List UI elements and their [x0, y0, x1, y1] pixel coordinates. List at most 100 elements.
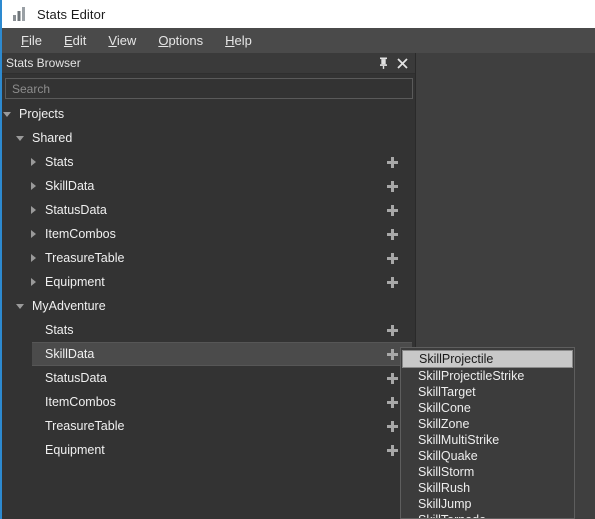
tree-row[interactable]: Stats	[0, 318, 415, 342]
chevron-down-icon[interactable]	[15, 126, 25, 150]
tree-node-label: StatusData	[45, 203, 107, 217]
menu-label-help: elp	[234, 33, 252, 48]
bar-chart-icon	[13, 7, 25, 21]
tree-node-label: Shared	[32, 131, 73, 145]
dropdown-item[interactable]: SkillStorm	[401, 464, 574, 480]
tree-row[interactable]: Shared	[0, 126, 415, 150]
tree-row[interactable]: StatusData	[0, 366, 415, 390]
chevron-right-icon[interactable]	[28, 150, 38, 174]
tree-row[interactable]: SkillData	[0, 174, 415, 198]
tree-node-label: TreasureTable	[45, 251, 125, 265]
tree-node-label: MyAdventure	[32, 299, 106, 313]
twisty-glyph	[16, 303, 24, 309]
tree-node-label: SkillData	[45, 347, 95, 361]
add-entry-button[interactable]	[383, 390, 401, 414]
tree-row-background	[19, 126, 412, 150]
menu-bar: File Edit View Options Help	[0, 28, 595, 53]
menu-label-file: ile	[28, 33, 42, 48]
plus-icon	[386, 396, 398, 408]
skill-type-dropdown[interactable]: SkillProjectile SkillProjectileStrike Skil…	[400, 347, 575, 519]
menu-item-edit[interactable]: Edit	[53, 31, 97, 50]
tree-row-background	[6, 102, 412, 126]
tree-row[interactable]: Equipment	[0, 270, 415, 294]
menu-item-file[interactable]: File	[10, 31, 53, 50]
add-entry-button[interactable]	[383, 318, 401, 342]
close-icon-glyph	[397, 57, 408, 69]
window-title: Stats Editor	[37, 6, 106, 22]
menu-label-edit: dit	[72, 33, 87, 48]
plus-icon	[386, 348, 398, 360]
plus-icon	[386, 372, 398, 384]
tree-row[interactable]: SkillData	[0, 342, 415, 366]
add-entry-button[interactable]	[383, 366, 401, 390]
pin-icon[interactable]	[375, 55, 392, 72]
tree-row[interactable]: Equipment	[0, 438, 415, 462]
tree-row[interactable]: Projects	[0, 102, 415, 126]
plus-icon	[386, 180, 398, 192]
menu-item-view[interactable]: View	[97, 31, 147, 50]
dropdown-item[interactable]: SkillQuake	[401, 448, 574, 464]
twisty-glyph	[30, 278, 36, 286]
menu-mnemonic-options: O	[158, 33, 169, 48]
tree-row[interactable]: Stats	[0, 150, 415, 174]
add-entry-button[interactable]	[383, 342, 401, 366]
add-entry-button[interactable]	[383, 222, 401, 246]
tree-node-label: Equipment	[45, 275, 105, 289]
dropdown-item[interactable]: SkillZone	[401, 416, 574, 432]
plus-icon	[386, 324, 398, 336]
tree-row-background	[32, 150, 412, 174]
chevron-down-icon[interactable]	[2, 102, 12, 126]
chevron-right-icon[interactable]	[28, 198, 38, 222]
twisty-glyph	[30, 254, 36, 262]
tree-row-background	[32, 318, 412, 342]
menu-mnemonic-help: H	[225, 33, 235, 48]
tree-row[interactable]: TreasureTable	[0, 246, 415, 270]
window-left-accent	[0, 0, 2, 519]
add-entry-button[interactable]	[383, 414, 401, 438]
tree-row[interactable]: ItemCombos	[0, 390, 415, 414]
dropdown-item[interactable]: SkillProjectile	[402, 350, 573, 368]
chevron-right-icon[interactable]	[28, 246, 38, 270]
plus-icon	[386, 252, 398, 264]
add-entry-button[interactable]	[383, 270, 401, 294]
plus-icon	[386, 276, 398, 288]
add-entry-button[interactable]	[383, 246, 401, 270]
dropdown-item[interactable]: SkillRush	[401, 480, 574, 496]
dropdown-item[interactable]: SkillTarget	[401, 384, 574, 400]
chevron-right-icon[interactable]	[28, 270, 38, 294]
dropdown-item[interactable]: SkillJump	[401, 496, 574, 512]
dropdown-item[interactable]: SkillMultiStrike	[401, 432, 574, 448]
add-entry-button[interactable]	[383, 438, 401, 462]
dropdown-item[interactable]: SkillCone	[401, 400, 574, 416]
dropdown-item[interactable]: SkillProjectileStrike	[401, 368, 574, 384]
tree-row[interactable]: TreasureTable	[0, 414, 415, 438]
tree-row[interactable]: MyAdventure	[0, 294, 415, 318]
menu-label-options: ptions	[168, 33, 204, 48]
add-entry-button[interactable]	[383, 150, 401, 174]
stats-browser-panel: Stats Browser Search Projects Shared Sta…	[0, 53, 416, 519]
tree-node-label: Stats	[45, 323, 74, 337]
tree-node-label: Equipment	[45, 443, 105, 457]
tree-row[interactable]: ItemCombos	[0, 222, 415, 246]
menu-item-options[interactable]: Options	[147, 31, 214, 50]
add-entry-button[interactable]	[383, 174, 401, 198]
dropdown-item[interactable]: SkillTornado	[401, 512, 574, 518]
chevron-right-icon[interactable]	[28, 174, 38, 198]
twisty-glyph	[30, 182, 36, 190]
chevron-down-icon[interactable]	[15, 294, 25, 318]
tree-node-label: StatusData	[45, 371, 107, 385]
add-entry-button[interactable]	[383, 198, 401, 222]
plus-icon	[386, 204, 398, 216]
tree-node-label: TreasureTable	[45, 419, 125, 433]
menu-mnemonic-edit: E	[63, 33, 73, 48]
close-icon[interactable]	[394, 55, 411, 72]
pin-icon-glyph	[380, 57, 387, 69]
tree-row[interactable]: StatusData	[0, 198, 415, 222]
tree-node-label: ItemCombos	[45, 227, 116, 241]
stats-tree[interactable]: Projects Shared Stats SkillData StatusData It…	[0, 102, 415, 517]
search-input[interactable]	[5, 78, 413, 99]
menu-item-help[interactable]: Help	[214, 31, 263, 50]
plus-icon	[386, 420, 398, 432]
plus-icon	[386, 444, 398, 456]
chevron-right-icon[interactable]	[28, 222, 38, 246]
